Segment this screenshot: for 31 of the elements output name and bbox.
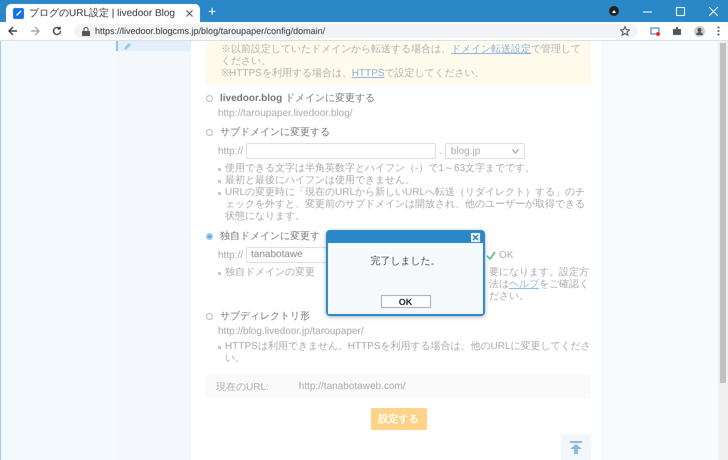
bullet-text: URLの変更時に「現在のURLから新しいURLへ転送（リダイレクト）する」のチェックを外すと、変更前のサブドメインは開放され、他のユーザーが取得できる状態になります。: [225, 187, 586, 223]
address-field[interactable]: https://livedoor.blogcms.jp/blog/taroupaper/config/domain/: [74, 24, 638, 38]
notice-text: ※HTTPSを利用する場合は、HTTPSで設定してください。: [221, 68, 486, 80]
bullet-text: 独自ドメインの変更: [225, 267, 315, 279]
dialog-message: 完了しました。: [370, 254, 440, 268]
bullet-text: HTTPSは利用できません。HTTPSを利用する場合は、他のURLに変更してください。: [225, 341, 591, 365]
url-text: http://blog.livedoor.jp/taroupaper/: [218, 326, 365, 337]
url-text: http://taroupaper.livedoor.blog/: [218, 108, 354, 119]
new-tab-button[interactable]: +: [208, 3, 216, 19]
option-label: サブディレクトリ形: [220, 310, 310, 323]
status-text: OK: [499, 250, 514, 260]
bullet-text: 要になります。設定方法はヘルプをご確認ください。: [489, 267, 590, 303]
separator-text: .: [439, 146, 442, 156]
current-url-text: http://tanabotaweb.com/: [298, 381, 406, 392]
bullet-text: 最初と最後にハイフンは使用できません。: [225, 175, 415, 186]
ok-button[interactable]: OK: [380, 295, 430, 308]
prefix-text: http://: [218, 146, 244, 156]
option-label: 独自ドメインに変更す: [220, 230, 320, 243]
notice-link[interactable]: ドメイン転送設定: [451, 44, 531, 55]
option-label: サブドメインに変更する: [220, 126, 330, 139]
browser-tab[interactable]: ブログのURL設定 | livedoor Blog: [6, 4, 200, 22]
submit-button[interactable]: 設定する: [370, 408, 426, 430]
current-url-label: 現在のURL:: [216, 380, 269, 394]
tab-title: ブログのURL設定 | livedoor Blog: [29, 6, 175, 20]
notice-text: ※以前設定していたドメインから転送する場合は、ドメイン転送設定で管理してください。: [221, 44, 581, 68]
notice-link[interactable]: HTTPS: [352, 68, 385, 79]
domain-select[interactable]: blog.jp: [444, 143, 525, 159]
bullet-text: 使用できる文字は半角英数字とハイフン（-）で1～63文字までです。: [225, 163, 536, 174]
help-link[interactable]: ヘルプ: [509, 279, 539, 290]
option-label: livedoor.blog ドメインに変更する: [220, 92, 376, 105]
prefix-text: http://: [218, 250, 244, 260]
